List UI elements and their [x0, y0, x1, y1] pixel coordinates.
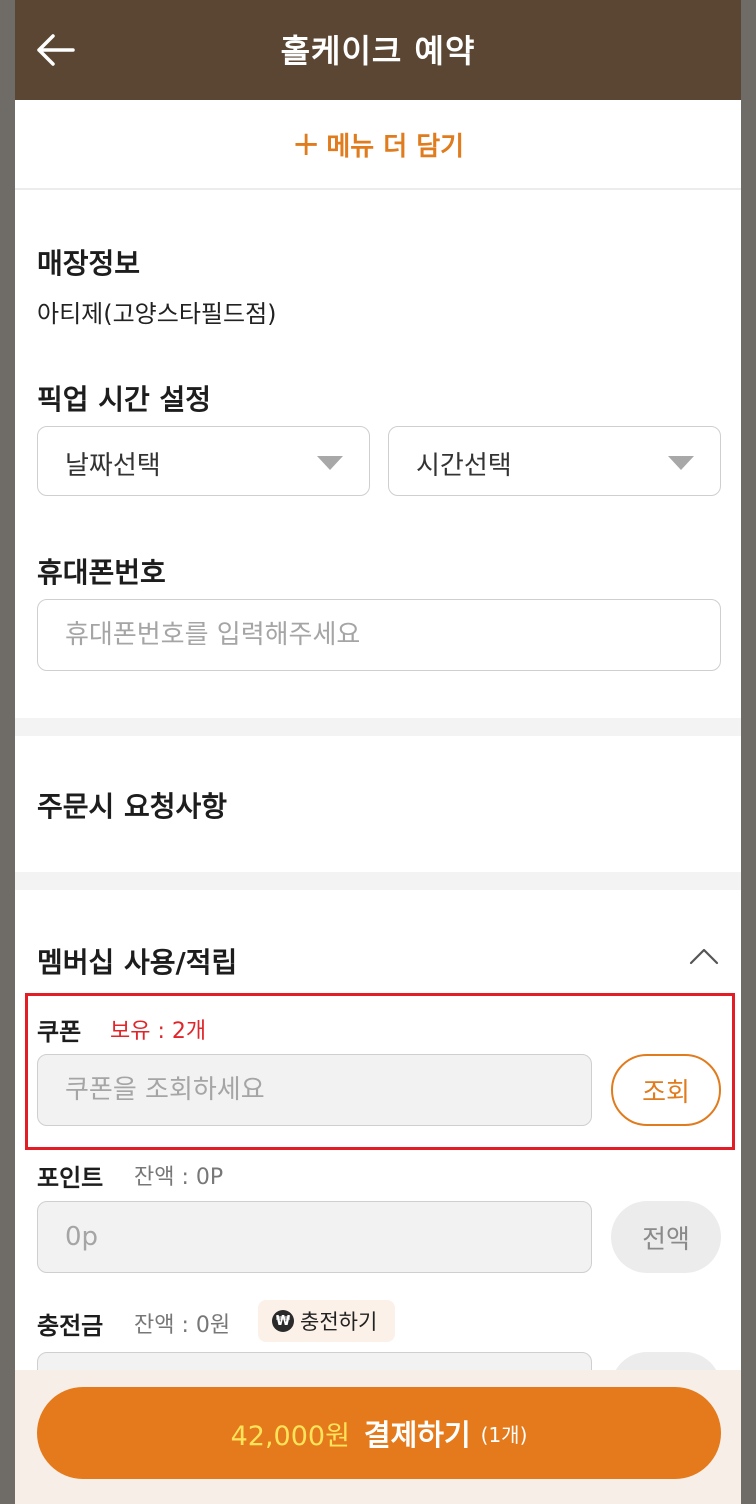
time-select[interactable]: 시간선택	[388, 426, 721, 496]
charge-button[interactable]: ₩ 충전하기	[258, 1300, 396, 1342]
point-full-button[interactable]: 전액	[611, 1201, 721, 1273]
divider	[15, 188, 741, 190]
order-request-title[interactable]: 주문시 요청사항	[37, 785, 227, 825]
time-select-label: 시간선택	[416, 451, 512, 481]
pay-amount: 42,000원	[230, 1420, 350, 1452]
add-more-label: 메뉴 더 담기	[326, 131, 465, 162]
store-info-title: 매장정보	[37, 247, 141, 280]
phone-input[interactable]	[37, 599, 721, 671]
coupon-label: 쿠폰	[37, 1018, 82, 1046]
point-balance: 잔액 : 0P	[134, 1165, 224, 1190]
top-bar: 홀케이크 예약	[15, 0, 741, 100]
section-divider	[15, 718, 741, 736]
coupon-lookup-button[interactable]: 조회	[611, 1054, 721, 1126]
point-input[interactable]	[37, 1201, 592, 1273]
pay-action-label: 결제하기	[363, 1418, 471, 1452]
store-name: 아티제(고양스타필드점)	[37, 300, 277, 328]
date-select[interactable]: 날짜선택	[37, 426, 370, 496]
point-label: 포인트	[37, 1164, 104, 1192]
date-select-label: 날짜선택	[65, 451, 161, 481]
charge-balance: 잔액 : 0원	[134, 1313, 231, 1338]
coupon-input[interactable]	[37, 1054, 592, 1126]
pickup-time-title: 픽업 시간 설정	[37, 383, 212, 416]
phone-title: 휴대폰번호	[37, 556, 166, 589]
coupon-holding-count: 보유 : 2개	[110, 1019, 207, 1044]
chevron-up-icon[interactable]	[689, 946, 719, 966]
section-divider	[15, 872, 741, 890]
page-title: 홀케이크 예약	[280, 32, 476, 70]
bottom-payment-bar: 42,000원 결제하기 (1개)	[15, 1370, 741, 1504]
pay-item-count: (1개)	[480, 1422, 528, 1447]
plus-icon: +	[291, 124, 321, 164]
charge-label: 충전금	[37, 1312, 104, 1340]
won-icon: ₩	[272, 1310, 294, 1332]
app-frame: 홀케이크 예약 + 메뉴 더 담기 매장정보 아티제(고양스타필드점) 픽업 시…	[15, 0, 741, 1504]
pay-button[interactable]: 42,000원 결제하기 (1개)	[37, 1387, 721, 1479]
charge-button-label: 충전하기	[300, 1310, 378, 1334]
add-more-menu-button[interactable]: + 메뉴 더 담기	[15, 100, 741, 188]
caret-down-icon	[317, 456, 343, 470]
caret-down-icon	[668, 456, 694, 470]
membership-title: 멤버십 사용/적립	[37, 946, 238, 979]
